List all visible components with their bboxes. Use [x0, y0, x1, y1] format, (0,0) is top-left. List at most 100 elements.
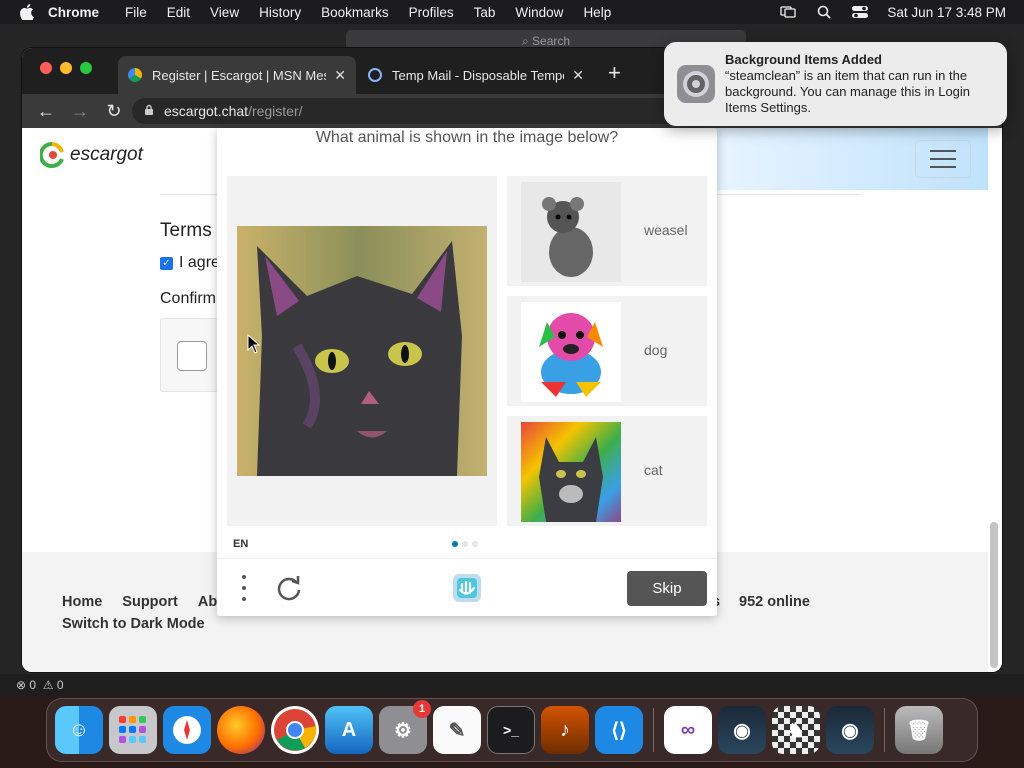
- footer-link-support[interactable]: Support: [122, 594, 178, 610]
- hamburger-menu-button[interactable]: [915, 140, 971, 178]
- menu-history[interactable]: History: [259, 5, 301, 20]
- menu-bookmarks[interactable]: Bookmarks: [321, 5, 389, 20]
- screen-mirror-icon[interactable]: [779, 5, 797, 19]
- refresh-challenge-icon[interactable]: [275, 574, 303, 602]
- menu-edit[interactable]: Edit: [167, 5, 190, 20]
- escargot-favicon-icon: [128, 68, 142, 82]
- url-path: /register/: [248, 103, 303, 119]
- agree-label: I agre: [179, 254, 220, 271]
- new-tab-icon[interactable]: +: [608, 60, 621, 86]
- escargot-logo[interactable]: escargot: [40, 142, 143, 168]
- more-options-icon[interactable]: [239, 575, 249, 601]
- answer-label: dog: [644, 342, 668, 358]
- dock-divider: [884, 708, 885, 752]
- macos-menubar: Chrome File Edit View History Bookmarks …: [0, 0, 1024, 24]
- back-arrow-icon[interactable]: ←: [36, 101, 56, 122]
- error-count: 0: [29, 678, 37, 692]
- hamburger-line: [930, 150, 956, 152]
- close-tab-icon[interactable]: ✕: [572, 67, 584, 84]
- at-sign-favicon-icon: [368, 68, 382, 82]
- textedit-icon[interactable]: ✎: [433, 706, 481, 754]
- apple-menu-icon[interactable]: [18, 3, 36, 21]
- confirm-label: Confirm: [160, 290, 217, 307]
- footer-link-home[interactable]: Home: [62, 594, 102, 610]
- page-scrollbar[interactable]: [990, 522, 998, 668]
- close-tab-icon[interactable]: ✕: [334, 67, 346, 84]
- escargot-logo-icon: [40, 142, 64, 168]
- launchpad-icon[interactable]: [109, 706, 157, 754]
- minimize-window-button[interactable]: [60, 62, 72, 74]
- notification-badge: 1: [413, 700, 431, 718]
- menu-tab[interactable]: Tab: [474, 5, 496, 20]
- language-selector[interactable]: EN: [233, 538, 248, 550]
- close-window-button[interactable]: [40, 62, 52, 74]
- address-bar[interactable]: escargot.chat/register/: [132, 98, 692, 124]
- menu-window[interactable]: Window: [515, 5, 563, 20]
- black-cat-painting-image: [237, 226, 487, 476]
- spotlight-search-icon[interactable]: [815, 5, 833, 19]
- hamburger-line: [930, 166, 956, 168]
- firefox-icon[interactable]: [217, 706, 265, 754]
- skip-button[interactable]: Skip: [627, 571, 707, 606]
- dark-mode-link[interactable]: Switch to Dark Mode: [62, 616, 205, 632]
- garageband-guitar-icon[interactable]: ♪: [541, 706, 589, 754]
- chrome-icon[interactable]: [271, 706, 319, 754]
- hcaptcha-widget: [160, 318, 220, 392]
- finder-icon[interactable]: ☺: [55, 706, 103, 754]
- colorful-dog-icon: [521, 302, 621, 402]
- vscode-icon[interactable]: ⟨⟩: [595, 706, 643, 754]
- online-count: 952 online: [739, 594, 810, 610]
- dock-divider: [653, 708, 654, 752]
- hamburger-line: [930, 158, 956, 160]
- forward-arrow-icon[interactable]: →: [70, 101, 90, 122]
- menu-app-name[interactable]: Chrome: [48, 5, 99, 20]
- visual-studio-icon[interactable]: ∞: [664, 706, 712, 754]
- tab-temp-mail[interactable]: Temp Mail - Disposable Temporary Email ✕: [358, 56, 594, 94]
- weasel-sketch-icon: [521, 182, 621, 282]
- challenge-prompt: What animal is shown in the image below?: [315, 129, 619, 146]
- menu-view[interactable]: View: [210, 5, 239, 20]
- chrome-window: Register | Escargot | MSN Messenger ✕ Te…: [22, 48, 1002, 672]
- trash-icon[interactable]: 🗑: [895, 706, 943, 754]
- page-dot: [462, 541, 468, 547]
- warning-icon: ⚠: [36, 678, 57, 692]
- answer-option-dog[interactable]: dog: [507, 296, 707, 406]
- terms-heading: Terms: [160, 220, 212, 241]
- url-host: escargot.chat: [164, 103, 249, 119]
- lock-icon[interactable]: [144, 103, 154, 119]
- error-icon: ⊗: [16, 678, 30, 692]
- menubar-clock[interactable]: Sat Jun 17 3:48 PM: [887, 5, 1006, 20]
- background-status-bar: ⊗ 0 ⚠ 0: [0, 674, 1024, 696]
- chess-icon[interactable]: ♞: [772, 706, 820, 754]
- menu-help[interactable]: Help: [583, 5, 611, 20]
- reload-icon[interactable]: ↻: [104, 101, 124, 122]
- page-dot: [472, 541, 478, 547]
- hcaptcha-checkbox[interactable]: [177, 341, 207, 371]
- checkbox-checked-icon[interactable]: ✓: [160, 256, 173, 270]
- warning-count: 0: [56, 678, 64, 692]
- hcaptcha-challenge: What animal is shown in the image below?: [217, 128, 717, 616]
- menu-dot: [242, 575, 246, 579]
- terminal-icon[interactable]: >_: [487, 706, 535, 754]
- tab-register[interactable]: Register | Escargot | MSN Messenger ✕: [118, 56, 356, 94]
- menu-file[interactable]: File: [125, 5, 147, 20]
- background-items-notification[interactable]: Background Items Added “steamclean” is a…: [664, 42, 1007, 126]
- app-store-icon[interactable]: A: [325, 706, 373, 754]
- zoom-window-button[interactable]: [80, 62, 92, 74]
- page-dot-active: [452, 541, 458, 547]
- answer-option-weasel[interactable]: weasel: [507, 176, 707, 286]
- answer-label: cat: [644, 462, 663, 478]
- steam-icon[interactable]: ◉: [718, 706, 766, 754]
- steam-icon[interactable]: ◉: [826, 706, 874, 754]
- system-settings-icon[interactable]: ⚙ 1: [379, 700, 431, 754]
- macos-dock: ☺ A ⚙ 1 ✎ >_ ♪ ⟨⟩ ∞ ◉ ♞ ◉ 🗑: [46, 698, 978, 762]
- agree-row[interactable]: ✓ I agre: [160, 254, 220, 272]
- hcaptcha-logo-icon: [453, 574, 481, 602]
- answer-option-cat[interactable]: cat: [507, 416, 707, 526]
- control-center-icon[interactable]: [851, 5, 869, 19]
- menu-dot: [242, 586, 246, 590]
- menu-profiles[interactable]: Profiles: [409, 5, 454, 20]
- safari-icon[interactable]: [163, 706, 211, 754]
- challenge-divider: [217, 558, 717, 559]
- mouse-cursor-icon: [247, 334, 261, 354]
